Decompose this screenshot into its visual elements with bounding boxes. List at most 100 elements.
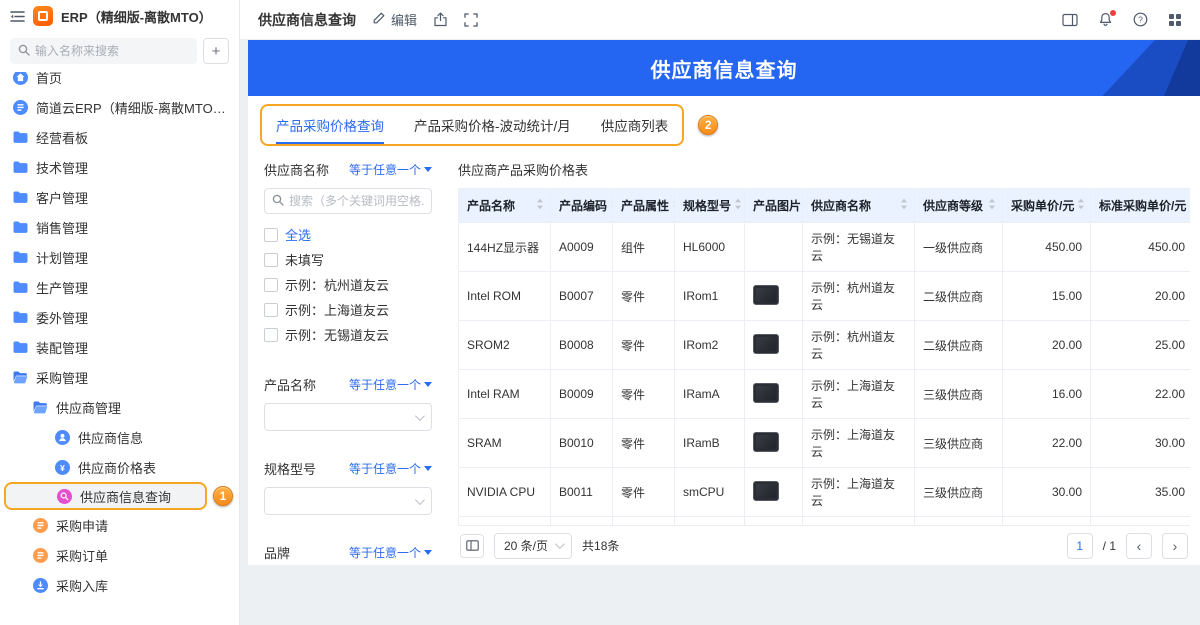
sort-icon[interactable] <box>734 198 742 213</box>
cell-grade: 二级供应商 <box>915 321 1003 370</box>
filter-option-1[interactable]: 未填写 <box>264 247 432 272</box>
tab-0[interactable]: 产品采购价格查询 <box>276 106 384 144</box>
cell-supplier: 示例：上海道友云 <box>803 370 915 419</box>
sidebar-row: 简道云ERP（精细版-离散MTO）「... <box>4 92 235 122</box>
filter-operator[interactable]: 等于任意一个 <box>349 544 432 561</box>
filter-option-3[interactable]: 示例：上海道友云 <box>264 297 432 322</box>
table-row-5[interactable]: NVIDIA CPUB0011零件smCPU示例：上海道友云三级供应商30.00… <box>459 468 1191 517</box>
filter-operator[interactable]: 等于任意一个 <box>349 460 432 477</box>
column-label: 规格型号 <box>683 197 731 214</box>
filter-option-0[interactable]: 全选 <box>264 222 432 247</box>
filter-option-2[interactable]: 示例：杭州道友云 <box>264 272 432 297</box>
tab-2[interactable]: 供应商列表 <box>601 106 669 144</box>
sort-icon[interactable] <box>1077 198 1085 213</box>
filter-select[interactable] <box>264 487 432 515</box>
page-size-select[interactable]: 20 条/页 <box>494 533 572 559</box>
table-row-6[interactable]: SupCPUB0012零件SupCPU示例：上海道友云三级供应商35.0040.… <box>459 517 1191 526</box>
fullscreen-icon[interactable] <box>464 13 478 27</box>
sort-icon[interactable] <box>1189 198 1190 213</box>
column-header-8[interactable]: 标准采购单价/元 <box>1091 189 1191 223</box>
filter-operator[interactable]: 等于任意一个 <box>349 161 432 178</box>
collapse-sidebar-icon[interactable] <box>10 10 25 23</box>
cell-supplier: 示例：上海道友云 <box>803 517 915 526</box>
share-icon[interactable] <box>433 12 448 27</box>
sidebar-item-15[interactable]: 采购申请 <box>4 510 233 540</box>
tabs-highlight-box: 产品采购价格查询产品采购价格-波动统计/月供应商列表 <box>260 104 684 146</box>
sidebar-item-0[interactable]: 首页 <box>4 72 233 92</box>
checkbox[interactable] <box>264 253 278 267</box>
next-page-button[interactable]: › <box>1162 533 1188 559</box>
checkbox[interactable] <box>264 303 278 317</box>
filter-select[interactable] <box>264 403 432 431</box>
sort-icon[interactable] <box>536 198 544 213</box>
sidebar-item-12[interactable]: 供应商信息 <box>4 422 233 452</box>
prev-page-button[interactable]: ‹ <box>1126 533 1152 559</box>
sidebar-item-11[interactable]: 供应商管理 <box>4 392 233 422</box>
checkbox[interactable] <box>264 328 278 342</box>
column-header-0[interactable]: 产品名称 <box>459 189 551 223</box>
sidebar-item-14[interactable]: 供应商信息查询 <box>4 482 207 510</box>
tab-1[interactable]: 产品采购价格-波动统计/月 <box>414 106 571 144</box>
sidebar-item-4[interactable]: 客户管理 <box>4 182 233 212</box>
column-header-2[interactable]: 产品属性 <box>613 189 675 223</box>
checkbox[interactable] <box>264 278 278 292</box>
sidebar-item-6[interactable]: 计划管理 <box>4 242 233 272</box>
inbound-icon <box>32 578 48 593</box>
sidebar-item-10[interactable]: 采购管理 <box>4 362 233 392</box>
column-header-6[interactable]: 供应商等级 <box>915 189 1003 223</box>
table-row-0[interactable]: 144HZ显示器A0009组件HL6000示例：无锡道友云一级供应商450.00… <box>459 223 1191 272</box>
edit-button[interactable]: 编辑 <box>372 10 417 29</box>
table-row-4[interactable]: SRAMB0010零件IRamB示例：上海道友云三级供应商22.0030.00 <box>459 419 1191 468</box>
cell-grade: 三级供应商 <box>915 419 1003 468</box>
column-label: 产品编码 <box>559 197 607 214</box>
sidebar-item-3[interactable]: 技术管理 <box>4 152 233 182</box>
table-row-2[interactable]: SROM2B0008零件IRom2示例：杭州道友云二级供应商20.0025.00 <box>459 321 1191 370</box>
panel-toggle-icon[interactable] <box>1062 13 1078 27</box>
sidebar-search-box[interactable] <box>10 38 197 64</box>
apps-grid-icon[interactable] <box>1168 13 1182 27</box>
current-page[interactable]: 1 <box>1067 533 1093 559</box>
filter-search-input[interactable] <box>289 194 424 208</box>
sidebar-row: 委外管理 <box>4 302 235 332</box>
table-scroll-area[interactable]: 产品名称产品编码产品属性规格型号产品图片供应商名称供应商等级采购单价/元标准采购… <box>458 188 1190 525</box>
cell-code: B0008 <box>551 321 613 370</box>
column-label: 采购单价/元 <box>1011 197 1074 214</box>
column-label: 产品属性 <box>621 197 669 214</box>
sidebar-item-7[interactable]: 生产管理 <box>4 272 233 302</box>
sidebar-item-9[interactable]: 装配管理 <box>4 332 233 362</box>
table-row-3[interactable]: Intel RAMB0009零件IRamA示例：上海道友云三级供应商16.002… <box>459 370 1191 419</box>
sidebar-item-5[interactable]: 销售管理 <box>4 212 233 242</box>
cell-image <box>745 419 803 468</box>
table-row-1[interactable]: Intel ROMB0007零件IRom1示例：杭州道友云二级供应商15.002… <box>459 272 1191 321</box>
folder-icon <box>12 191 28 204</box>
sidebar-item-17[interactable]: 采购入库 <box>4 570 233 600</box>
sort-icon[interactable] <box>900 198 908 213</box>
filter-search-box[interactable] <box>264 188 432 214</box>
sort-icon[interactable] <box>988 198 996 213</box>
sidebar-row: 计划管理 <box>4 242 235 272</box>
cell-std_price: 40.00 <box>1091 517 1191 526</box>
sidebar-search-input[interactable] <box>35 44 189 58</box>
product-image <box>753 481 779 501</box>
cell-price: 16.00 <box>1003 370 1091 419</box>
body: 供应商名称 等于任意一个 全选未填写示例：杭州道友云示例：上海道友云示例：无锡道… <box>248 146 1200 565</box>
column-header-4[interactable]: 产品图片 <box>745 189 803 223</box>
sidebar-item-16[interactable]: 采购订单 <box>4 540 233 570</box>
checkbox[interactable] <box>264 228 278 242</box>
column-settings-icon[interactable] <box>460 534 484 558</box>
sidebar-item-1[interactable]: 简道云ERP（精细版-离散MTO）「... <box>4 92 233 122</box>
help-icon[interactable]: ? <box>1133 12 1148 27</box>
caret-down-icon <box>424 167 432 176</box>
column-header-5[interactable]: 供应商名称 <box>803 189 915 223</box>
notifications-bell-icon[interactable] <box>1098 12 1113 27</box>
filter-operator[interactable]: 等于任意一个 <box>349 376 432 393</box>
filter-option-4[interactable]: 示例：无锡道友云 <box>264 322 432 347</box>
sidebar-item-13[interactable]: ¥供应商价格表 <box>4 452 233 482</box>
column-header-1[interactable]: 产品编码 <box>551 189 613 223</box>
sidebar-item-8[interactable]: 委外管理 <box>4 302 233 332</box>
cell-code: B0009 <box>551 370 613 419</box>
column-header-7[interactable]: 采购单价/元 <box>1003 189 1091 223</box>
add-button[interactable]: + <box>203 38 229 64</box>
sidebar-item-2[interactable]: 经营看板 <box>4 122 233 152</box>
column-header-3[interactable]: 规格型号 <box>675 189 745 223</box>
